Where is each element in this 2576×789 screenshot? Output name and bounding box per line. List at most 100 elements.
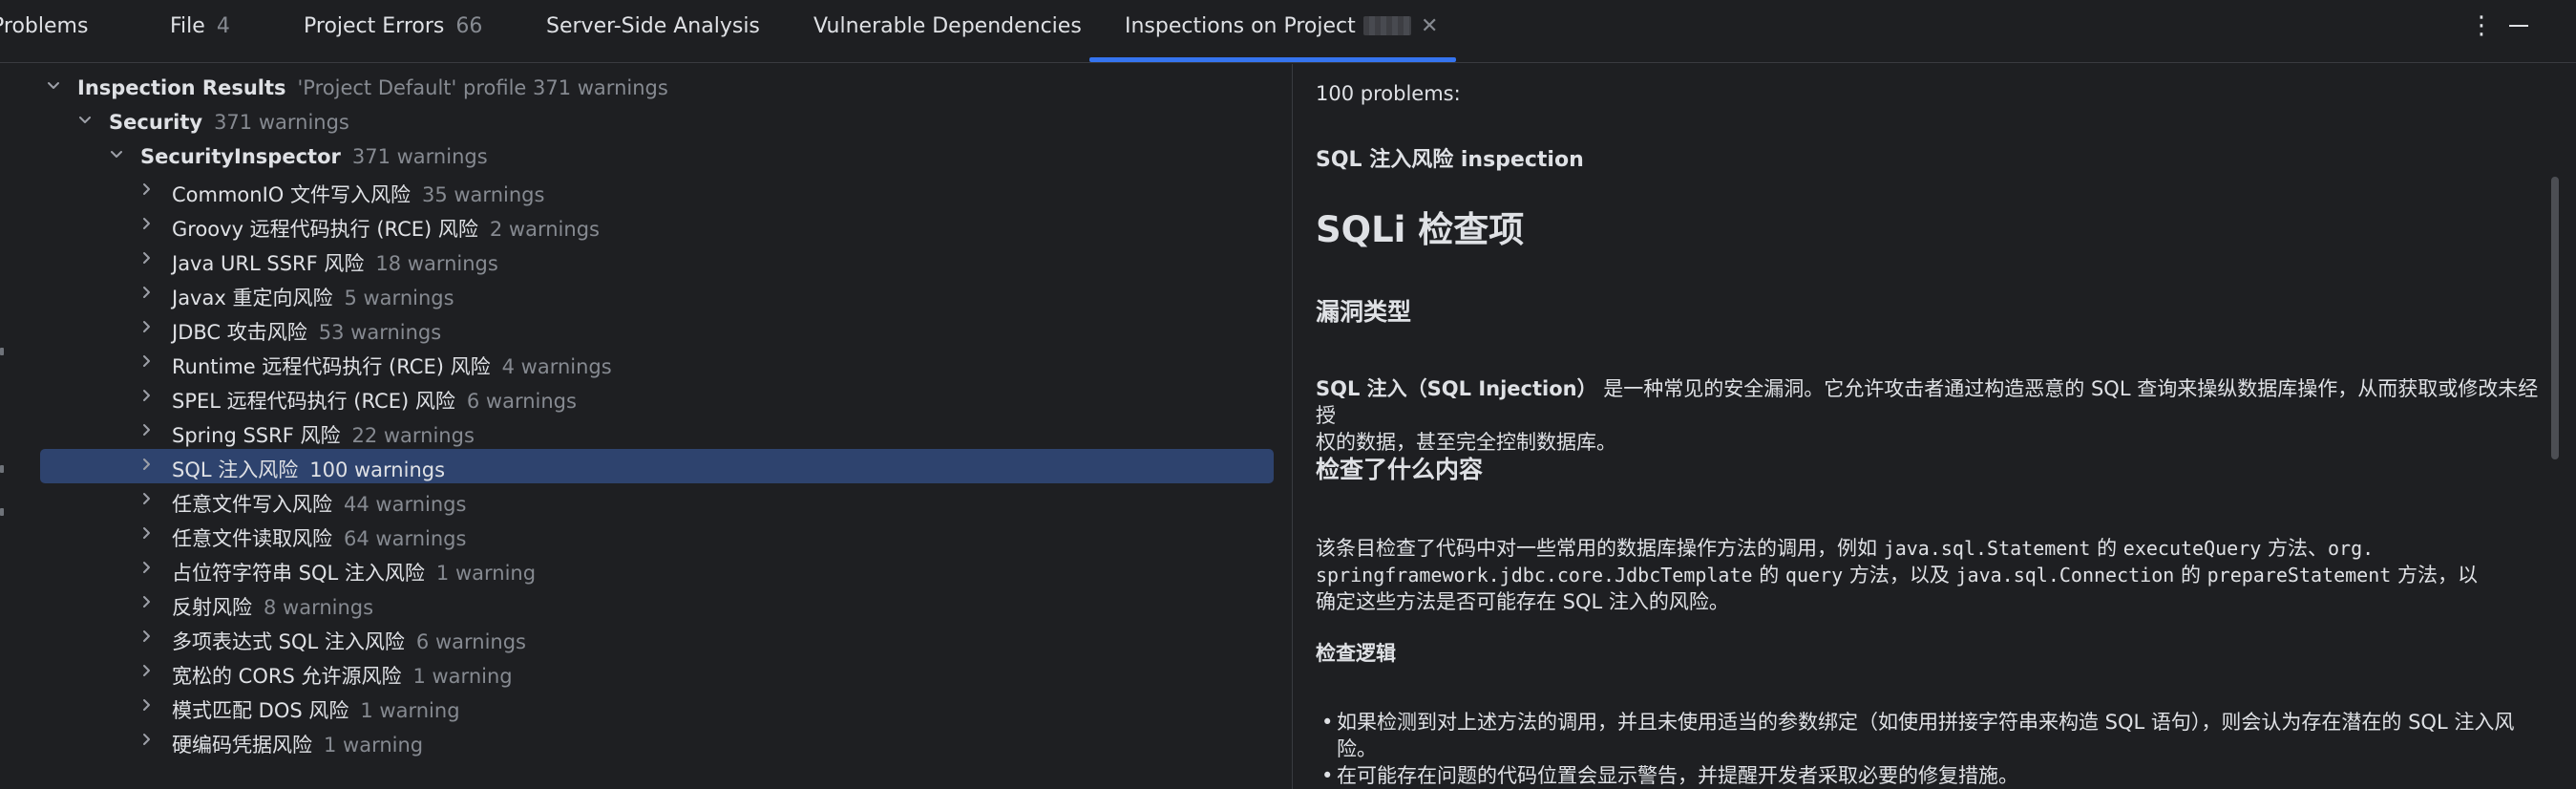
inspection-item-label: 任意文件读取风险 [172,527,332,550]
inspection-item-label: 占位符字符串 SQL 注入风险 [172,562,425,585]
what-checked-paragraph: 该条目检查了代码中对一些常用的数据库操作方法的调用，例如 java.sql.St… [1316,535,2547,615]
chevron-right-icon[interactable] [137,592,157,611]
tab-inspections-on-project[interactable]: Inspections on Project [1125,14,1411,38]
bullet-line: 如果检测到对上述方法的调用，并且未使用适当的参数绑定（如使用拼接字符串来构造 S… [1337,711,2515,734]
vuln-line-2: 权的数据，甚至完全控制数据库。 [1316,431,1616,454]
tree-node-label: SecurityInspector 371 warnings [140,145,488,168]
tree-node-label: 占位符字符串 SQL 注入风险 1 warning [172,558,536,586]
tree-node-security-inspector[interactable]: SecurityInspector 371 warnings [0,139,1291,174]
tab-project-errors[interactable]: Project Errors 66 [304,14,482,38]
tree-node-label: SPEL 远程代码执行 (RCE) 风险 6 warnings [172,386,577,415]
chevron-down-icon[interactable] [75,111,95,130]
chevron-right-icon[interactable] [137,283,157,302]
inspection-item-label: SPEL 远程代码执行 (RCE) 风险 [172,390,455,413]
tree-node-label: Spring SSRF 风险 22 warnings [172,420,475,449]
what-text: 方法，以 [2391,564,2478,586]
chevron-right-icon[interactable] [137,489,157,508]
inspection-item-label: SQL 注入风险 [172,458,299,481]
what-line-2: springframework.jdbc.core.JdbcTemplate 的… [1316,562,2547,588]
tree-node-inspection-item[interactable]: JDBC 攻击风险 53 warnings [0,311,1291,346]
code-span: java.sql.Statement [1883,537,2091,560]
inspection-item-label: 任意文件写入风险 [172,493,332,516]
chevron-right-icon[interactable] [137,317,157,336]
tab-file-label: File [170,14,205,38]
tree-node-label: Runtime 远程代码执行 (RCE) 风险 4 warnings [172,352,612,380]
tree-node-inspection-item[interactable]: CommonIO 文件写入风险 35 warnings [0,174,1291,208]
tree-node-label: JDBC 攻击风险 53 warnings [172,317,441,346]
inspection-item-count: 35 warnings [421,183,545,206]
tree-node-inspection-item[interactable]: Spring SSRF 风险 22 warnings [0,415,1291,449]
tree-node-inspection-item[interactable]: 任意文件写入风险 44 warnings [0,483,1291,518]
code-span: springframework.jdbc.core.JdbcTemplate [1316,564,1753,586]
chevron-right-icon[interactable] [137,558,157,577]
tab-vulnerable-dependencies[interactable]: Vulnerable Dependencies [813,14,1082,38]
tree-node-inspection-item[interactable]: 硬编码凭据风险 1 warning [0,724,1291,758]
tree-node-label: CommonIO 文件写入风险 35 warnings [172,180,544,208]
chevron-right-icon[interactable] [137,352,157,371]
root-label: Inspection Results [77,76,286,99]
tree-node-security[interactable]: Security 371 warnings [0,105,1291,139]
bullet-line: 在可能存在问题的代码位置会显示警告，并提醒开发者采取必要的修复措施。 [1337,764,2018,787]
tree-node-label: Security 371 warnings [109,111,349,134]
inspection-item-count: 2 warnings [489,218,600,241]
inspection-item-count: 18 warnings [375,252,498,275]
close-tab-icon[interactable]: ✕ [1421,14,1438,38]
tool-window-title: Problems [0,14,89,38]
tree-node-inspection-item[interactable]: Javax 重定向风险 5 warnings [0,277,1291,311]
what-text: 的 [2090,537,2123,560]
tab-server-side-analysis-label: Server-Side Analysis [546,14,760,38]
inspection-item-label: Javax 重定向风险 [172,287,333,309]
vuln-line-1: SQL 注入（SQL Injection） 是一种常见的安全漏洞。它允许攻击者通… [1316,375,2547,429]
inspection-item-count: 6 warnings [466,390,577,413]
problems-tab-bar: Problems File 4 Project Errors 66 Server-S… [0,0,2576,63]
chevron-down-icon[interactable] [107,145,126,164]
tree-node-inspection-item[interactable]: 模式匹配 DOS 风险 1 warning [0,690,1291,724]
tab-server-side-analysis[interactable]: Server-Side Analysis [546,14,760,38]
inspection-item-label: 硬编码凭据风险 [172,734,312,757]
tree-node-inspection-results[interactable]: Inspection Results 'Project Default' prof… [0,71,1291,105]
tree-node-label: 任意文件读取风险 64 warnings [172,523,466,552]
inspection-item-count: 64 warnings [344,527,467,550]
chevron-right-icon[interactable] [137,523,157,543]
inspection-item-label: Spring SSRF 风险 [172,424,341,447]
tree-node-inspection-item[interactable]: 反射风险 8 warnings [0,586,1291,621]
tree-node-inspection-item[interactable]: Runtime 远程代码执行 (RCE) 风险 4 warnings [0,346,1291,380]
chevron-right-icon[interactable] [137,180,157,199]
inspection-item-count: 8 warnings [264,596,374,619]
inspection-item-label: 多项表达式 SQL 注入风险 [172,630,405,653]
tree-node-inspection-item[interactable]: SPEL 远程代码执行 (RCE) 风险 6 warnings [0,380,1291,415]
root-meta: 'Project Default' profile 371 warnings [297,76,668,99]
chevron-right-icon[interactable] [137,248,157,267]
inspection-results-tree: Inspection Results 'Project Default' prof… [0,64,1291,789]
chevron-right-icon[interactable] [137,661,157,680]
tree-node-label: Javax 重定向风险 5 warnings [172,283,454,311]
code-span: org. [2327,537,2375,560]
description-scrollbar[interactable] [2551,177,2559,459]
chevron-right-icon[interactable] [137,420,157,439]
chevron-right-icon[interactable] [137,627,157,646]
inspection-item-count: 44 warnings [344,493,467,516]
what-text: 方法、 [2261,537,2328,560]
tree-node-inspection-item[interactable]: 任意文件读取风险 64 warnings [0,518,1291,552]
chevron-right-icon[interactable] [137,695,157,714]
tree-node-label: SQL 注入风险 100 warnings [172,455,445,483]
tree-node-inspection-item[interactable]: SQL 注入风险 100 warnings [40,449,1274,483]
inspection-name: SQL 注入风险 inspection [1316,148,1584,172]
chevron-right-icon[interactable] [137,730,157,749]
chevron-right-icon[interactable] [137,386,157,405]
tab-file[interactable]: File 4 [170,14,230,38]
tree-node-inspection-item[interactable]: Java URL SSRF 风险 18 warnings [0,243,1291,277]
more-options-icon[interactable]: ⋮ [2469,11,2494,40]
bullet-line: 险。 [1337,737,1377,760]
minimize-icon[interactable] [2509,25,2528,27]
tree-node-inspection-item[interactable]: 宽松的 CORS 允许源风险 1 warning [0,655,1291,690]
chevron-down-icon[interactable] [44,76,63,96]
tree-node-inspection-item[interactable]: 多项表达式 SQL 注入风险 6 warnings [0,621,1291,655]
chevron-right-icon[interactable] [137,455,157,474]
tree-node-inspection-item[interactable]: 占位符字符串 SQL 注入风险 1 warning [0,552,1291,586]
problems-tool-window: Problems File 4 Project Errors 66 Server-S… [0,0,2576,789]
chevron-right-icon[interactable] [137,214,157,233]
bullet-dot: • [1321,764,1334,787]
vuln-type-paragraph: SQL 注入（SQL Injection） 是一种常见的安全漏洞。它允许攻击者通… [1316,375,2547,456]
tree-node-inspection-item[interactable]: Groovy 远程代码执行 (RCE) 风险 2 warnings [0,208,1291,243]
